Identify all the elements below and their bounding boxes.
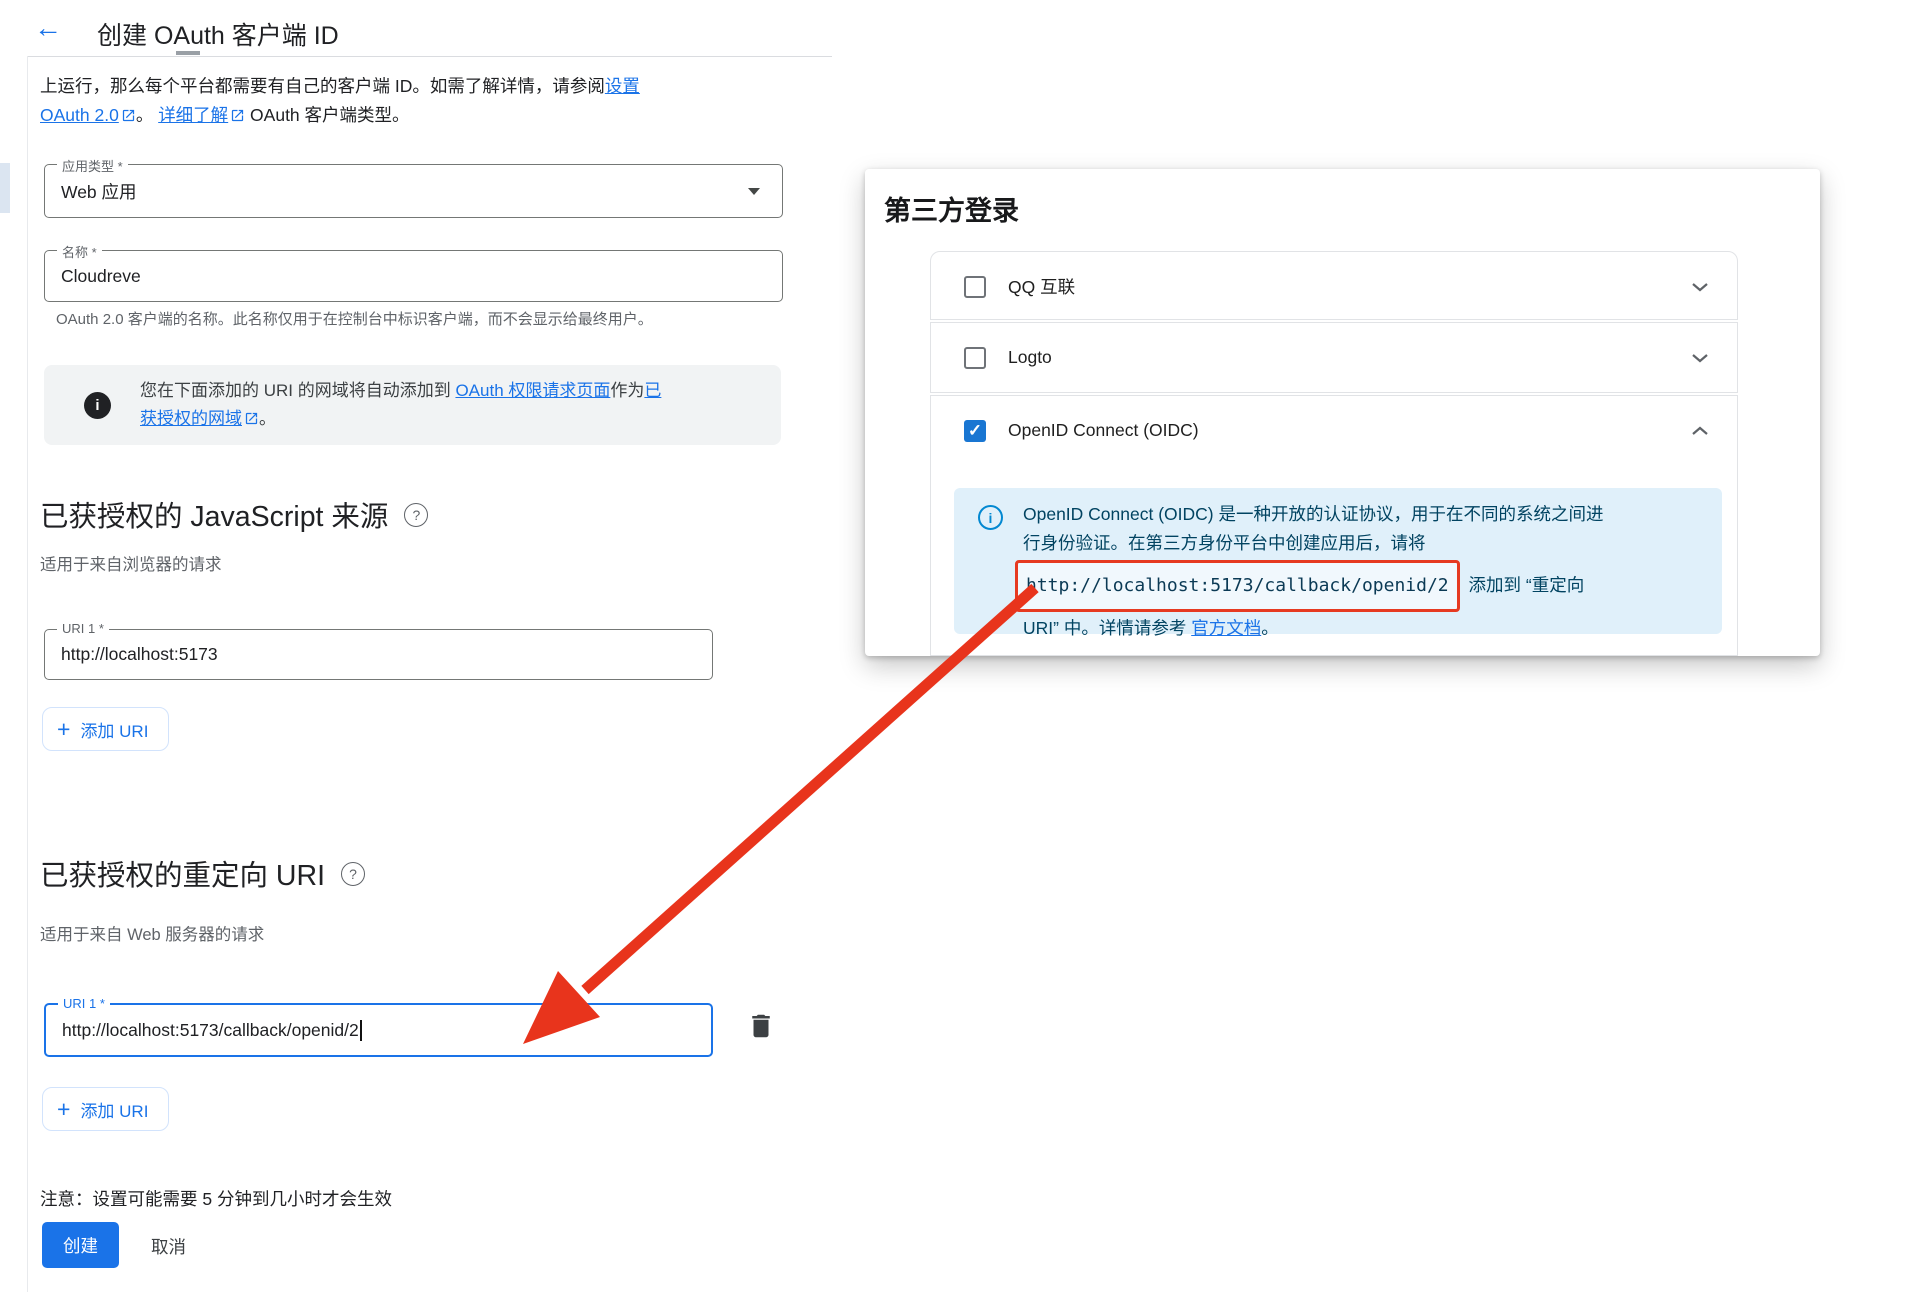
add-js-origin-uri-button[interactable]: + 添加 URI — [42, 707, 169, 751]
provider-row-oidc[interactable]: ✓ OpenID Connect (OIDC) i OpenID Connect… — [930, 395, 1738, 656]
domain-notice-box: i 您在下面添加的 URI 的网域将自动添加到 OAuth 权限请求页面作为已 … — [44, 365, 781, 445]
client-name-helper: OAuth 2.0 客户端的名称。此名称仅用于在控制台中标识客户端，而不会显示给… — [56, 308, 653, 329]
propagation-note: 注意：设置可能需要 5 分钟到几小时才会生效 — [40, 1186, 392, 1211]
oidc-callback-line: http://localhost:5173/callback/openid/2 … — [1023, 558, 1603, 614]
provider-row-qq[interactable]: QQ 互联 — [930, 251, 1738, 320]
oauth-20-link[interactable]: OAuth 2.0 — [40, 105, 119, 125]
provider-row-label: QQ 互联 — [1008, 274, 1075, 299]
info-outline-icon: i — [978, 505, 1003, 530]
callback-url-code: http://localhost:5173/callback/openid/2 — [1015, 560, 1460, 612]
external-link-icon — [244, 411, 259, 426]
panel-left-border — [27, 56, 28, 1292]
chevron-up-icon[interactable] — [1691, 426, 1709, 436]
external-link-icon — [121, 108, 136, 123]
plus-icon: + — [57, 718, 70, 741]
help-icon[interactable]: ? — [404, 503, 428, 527]
help-icon[interactable]: ? — [341, 862, 365, 886]
redirect-uri-input[interactable]: URI 1 * http://localhost:5173/callback/o… — [44, 1003, 713, 1057]
delete-uri-icon[interactable] — [746, 1011, 776, 1041]
qq-checkbox[interactable] — [964, 276, 986, 298]
official-docs-link[interactable]: 官方文档 — [1191, 618, 1261, 638]
provider-row-logto[interactable]: Logto — [930, 322, 1738, 393]
chevron-down-icon[interactable] — [1691, 282, 1709, 292]
redirect-uris-subtitle: 适用于来自 Web 服务器的请求 — [40, 921, 264, 945]
oidc-alert-text: OpenID Connect (OIDC) 是一种开放的认证协议，用于在不同的系… — [1023, 500, 1603, 643]
external-link-icon — [230, 108, 245, 123]
authorized-domains-link-part2[interactable]: 获授权的网域 — [140, 409, 242, 428]
back-arrow-icon[interactable]: ← — [34, 12, 62, 44]
provider-row-label: OpenID Connect (OIDC) — [1008, 420, 1199, 441]
intro-line-1: 上运行，那么每个平台都需要有自己的客户端 ID。如需了解详情，请参阅设置 — [40, 72, 640, 101]
info-icon: i — [84, 392, 111, 419]
create-button[interactable]: 创建 — [42, 1222, 119, 1268]
third-party-login-card: 第三方登录 QQ 互联 Logto ✓ OpenID Connect (OIDC… — [865, 169, 1820, 656]
app-type-value: Web 应用 — [61, 165, 137, 217]
create-oauth-client-page: ← 创建 OAuth 客户端 ID 上运行，那么每个平台都需要有自己的客户端 I… — [0, 0, 1910, 1292]
provider-row-label: Logto — [1008, 347, 1052, 368]
cancel-button[interactable]: 取消 — [151, 1234, 186, 1259]
page-title: 创建 OAuth 客户端 ID — [97, 16, 339, 52]
redirect-uri-value: http://localhost:5173/callback/openid/2 — [62, 1005, 362, 1055]
text-cursor — [360, 1020, 362, 1041]
js-origin-uri-input[interactable]: URI 1 * http://localhost:5173 — [44, 629, 713, 680]
authorized-domains-link-part1[interactable]: 已 — [644, 381, 661, 400]
oauth-consent-link[interactable]: OAuth 权限请求页面 — [455, 381, 610, 400]
logto-checkbox[interactable] — [964, 347, 986, 369]
intro-line-2: OAuth 2.0。 详细了解 OAuth 客户端类型。 — [40, 101, 640, 130]
header-divider — [28, 56, 832, 57]
intro-paragraph: 上运行，那么每个平台都需要有自己的客户端 ID。如需了解详情，请参阅设置 OAu… — [40, 72, 640, 130]
app-type-select[interactable]: 应用类型 * Web 应用 — [44, 164, 783, 218]
add-redirect-uri-button[interactable]: + 添加 URI — [42, 1087, 169, 1131]
js-origin-uri-value: http://localhost:5173 — [61, 630, 218, 679]
domain-notice-text: 您在下面添加的 URI 的网域将自动添加到 OAuth 权限请求页面作为已 获授… — [140, 377, 661, 433]
oidc-info-alert: i OpenID Connect (OIDC) 是一种开放的认证协议，用于在不同… — [954, 488, 1722, 634]
oidc-checkbox[interactable]: ✓ — [964, 420, 986, 442]
client-name-field[interactable]: 名称 * Cloudreve — [44, 250, 783, 302]
third-party-login-title: 第三方登录 — [884, 189, 1019, 228]
plus-icon: + — [57, 1098, 70, 1121]
js-origins-subtitle: 适用于来自浏览器的请求 — [40, 551, 222, 575]
js-origins-heading: 已获授权的 JavaScript 来源 ? — [40, 494, 428, 535]
background-window-sliver — [0, 163, 10, 213]
learn-more-link[interactable]: 详细了解 — [158, 105, 228, 125]
setup-oauth-link[interactable]: 设置 — [605, 76, 640, 96]
dropdown-caret-icon[interactable] — [748, 188, 760, 195]
chevron-down-icon[interactable] — [1691, 353, 1709, 363]
redirect-uris-heading: 已获授权的重定向 URI ? — [40, 853, 365, 894]
client-name-value: Cloudreve — [61, 251, 141, 301]
